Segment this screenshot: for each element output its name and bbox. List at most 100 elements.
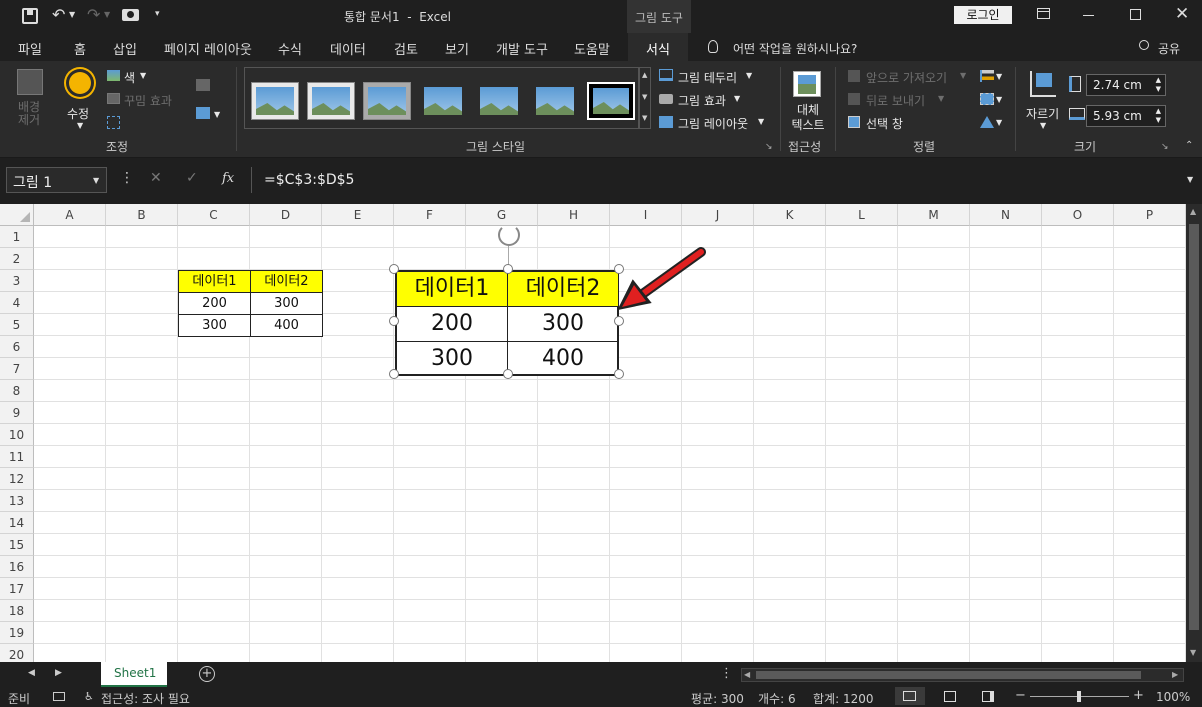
sheet-tab-sheet1[interactable]: Sheet1 [101,662,167,687]
artistic-effects-button[interactable]: 꾸밈 효과 [124,92,172,109]
column-header[interactable]: D [250,204,322,226]
picture-style-thumbnail[interactable] [307,82,355,120]
picture-layout-button[interactable]: 그림 레이아웃 [678,115,748,132]
align-icon[interactable] [980,70,994,82]
picture-style-thumbnail-selected[interactable] [587,82,635,120]
name-box[interactable]: 그림 1 ▼ [6,167,107,193]
row-header[interactable]: 2 [0,248,34,270]
tab-review[interactable]: 검토 [394,39,418,58]
row-header[interactable]: 16 [0,556,34,578]
undo-icon[interactable]: ↶ [52,5,65,24]
row-header[interactable]: 20 [0,644,34,662]
zoom-out-icon[interactable]: − [1015,688,1026,703]
gallery-scroll[interactable]: ▲ ▼ ▼ [639,67,651,129]
status-average[interactable]: 평균: 300 [691,690,744,707]
column-header[interactable]: H [538,204,610,226]
page-layout-view-icon[interactable] [944,691,956,702]
column-header[interactable]: C [178,204,250,226]
tab-formulas[interactable]: 수식 [278,39,302,58]
column-header[interactable]: O [1042,204,1114,226]
page-break-view-icon[interactable] [982,691,994,702]
tab-help[interactable]: 도움말 [574,39,610,58]
scroll-right-icon[interactable]: ▶ [1172,670,1178,679]
ribbon-display-options-icon[interactable] [1037,8,1050,19]
worksheet-grid[interactable]: ABCDEFGHIJKLMNOP 1 2 3 4 5 6 7 8 9 10 11 12 13 14 15 16… [0,204,1202,662]
row-header[interactable]: 11 [0,446,34,468]
redo-dropdown-icon[interactable]: ▼ [104,10,110,19]
height-input[interactable]: 2.74 cm ▲ ▼ [1086,74,1166,96]
horizontal-scroll-thumb[interactable] [756,671,1141,679]
crop-button[interactable]: 자르기 ▼ [1022,67,1064,137]
row-header[interactable]: 5 [0,314,34,336]
picture-style-thumbnail[interactable] [419,82,467,120]
row-header[interactable]: 18 [0,600,34,622]
color-button[interactable]: 색 [124,69,135,86]
tab-page-layout[interactable]: 페이지 레이아웃 [164,39,252,58]
tab-insert[interactable]: 삽입 [113,39,137,58]
change-picture-icon[interactable] [196,79,210,91]
formula-input[interactable]: =$C$3:$D$5 [251,167,1201,193]
undo-dropdown-icon[interactable]: ▼ [69,10,75,19]
picture-style-thumbnail[interactable] [251,82,299,120]
picture-style-thumbnail[interactable] [475,82,523,120]
table-header-cell[interactable]: 데이터1 [178,270,251,293]
scroll-left-icon[interactable]: ◀ [744,670,750,679]
resize-handle-left[interactable] [389,316,399,326]
corrections-button[interactable]: 수정 ▼ [62,67,100,137]
column-header[interactable]: L [826,204,898,226]
bring-forward-button[interactable]: 앞으로 가져오기 [866,69,947,86]
linked-picture[interactable]: 데이터1 데이터2 200 300 300 400 [395,270,619,376]
column-header[interactable]: M [898,204,970,226]
gallery-more-icon[interactable]: ▼ [642,114,647,122]
table-cell[interactable]: 200 [178,292,251,315]
scroll-up-icon[interactable]: ▲ [1190,207,1196,216]
tab-file[interactable]: 파일 [18,39,42,58]
width-spinner-icon[interactable]: ▲ ▼ [1156,107,1161,125]
status-count[interactable]: 개수: 6 [758,690,796,707]
tab-data[interactable]: 데이터 [330,39,366,58]
select-all-corner[interactable] [0,204,34,226]
size-dialog-launcher-icon[interactable]: ↘ [1161,142,1169,152]
minimize-icon[interactable] [1083,15,1094,16]
resize-handle-bottom-left[interactable] [389,369,399,379]
macro-record-icon[interactable] [53,692,65,701]
row-header[interactable]: 8 [0,380,34,402]
picture-effects-button[interactable]: 그림 효과 [678,92,726,109]
tell-me-search[interactable]: 어떤 작업을 원하시나요? [733,40,857,57]
table-header-cell[interactable]: 데이터2 [250,270,323,293]
row-header[interactable]: 1 [0,226,34,248]
gallery-down-icon[interactable]: ▼ [642,93,647,101]
name-box-dropdown-icon[interactable]: ▼ [93,176,99,185]
tab-format[interactable]: 서식 [628,33,688,61]
group-objects-icon[interactable] [980,93,994,105]
column-header[interactable]: I [610,204,682,226]
gallery-up-icon[interactable]: ▲ [642,71,647,79]
width-input[interactable]: 5.93 cm ▲ ▼ [1086,105,1166,127]
maximize-icon[interactable] [1130,9,1141,20]
table-cell[interactable]: 300 [250,292,323,315]
resize-handle-bottom-right[interactable] [614,369,624,379]
customize-qat-icon[interactable]: ▾ [155,9,160,19]
column-header[interactable]: J [682,204,754,226]
zoom-level[interactable]: 100% [1156,690,1190,704]
resize-handle-top-left[interactable] [389,264,399,274]
row-header[interactable]: 13 [0,490,34,512]
row-header[interactable]: 6 [0,336,34,358]
collapse-ribbon-icon[interactable]: ⌃ [1185,140,1193,151]
scroll-down-icon[interactable]: ▼ [1190,648,1196,657]
enter-icon[interactable]: ✓ [186,170,198,186]
table-cell[interactable]: 300 [178,314,251,337]
scroll-tabs-left-icon[interactable]: ◀ [28,668,35,678]
share-button[interactable]: 공유 [1158,40,1180,57]
tab-developer[interactable]: 개발 도구 [496,39,548,58]
row-header[interactable]: 19 [0,622,34,644]
picture-style-thumbnail[interactable] [531,82,579,120]
row-header[interactable]: 4 [0,292,34,314]
picture-styles-gallery[interactable] [244,67,639,129]
vertical-scroll-thumb[interactable] [1189,224,1199,630]
row-header[interactable]: 7 [0,358,34,380]
zoom-in-icon[interactable]: + [1133,688,1144,703]
status-accessibility[interactable]: 접근성: 조사 필요 [101,690,190,707]
row-header[interactable]: 9 [0,402,34,424]
row-header[interactable]: 14 [0,512,34,534]
